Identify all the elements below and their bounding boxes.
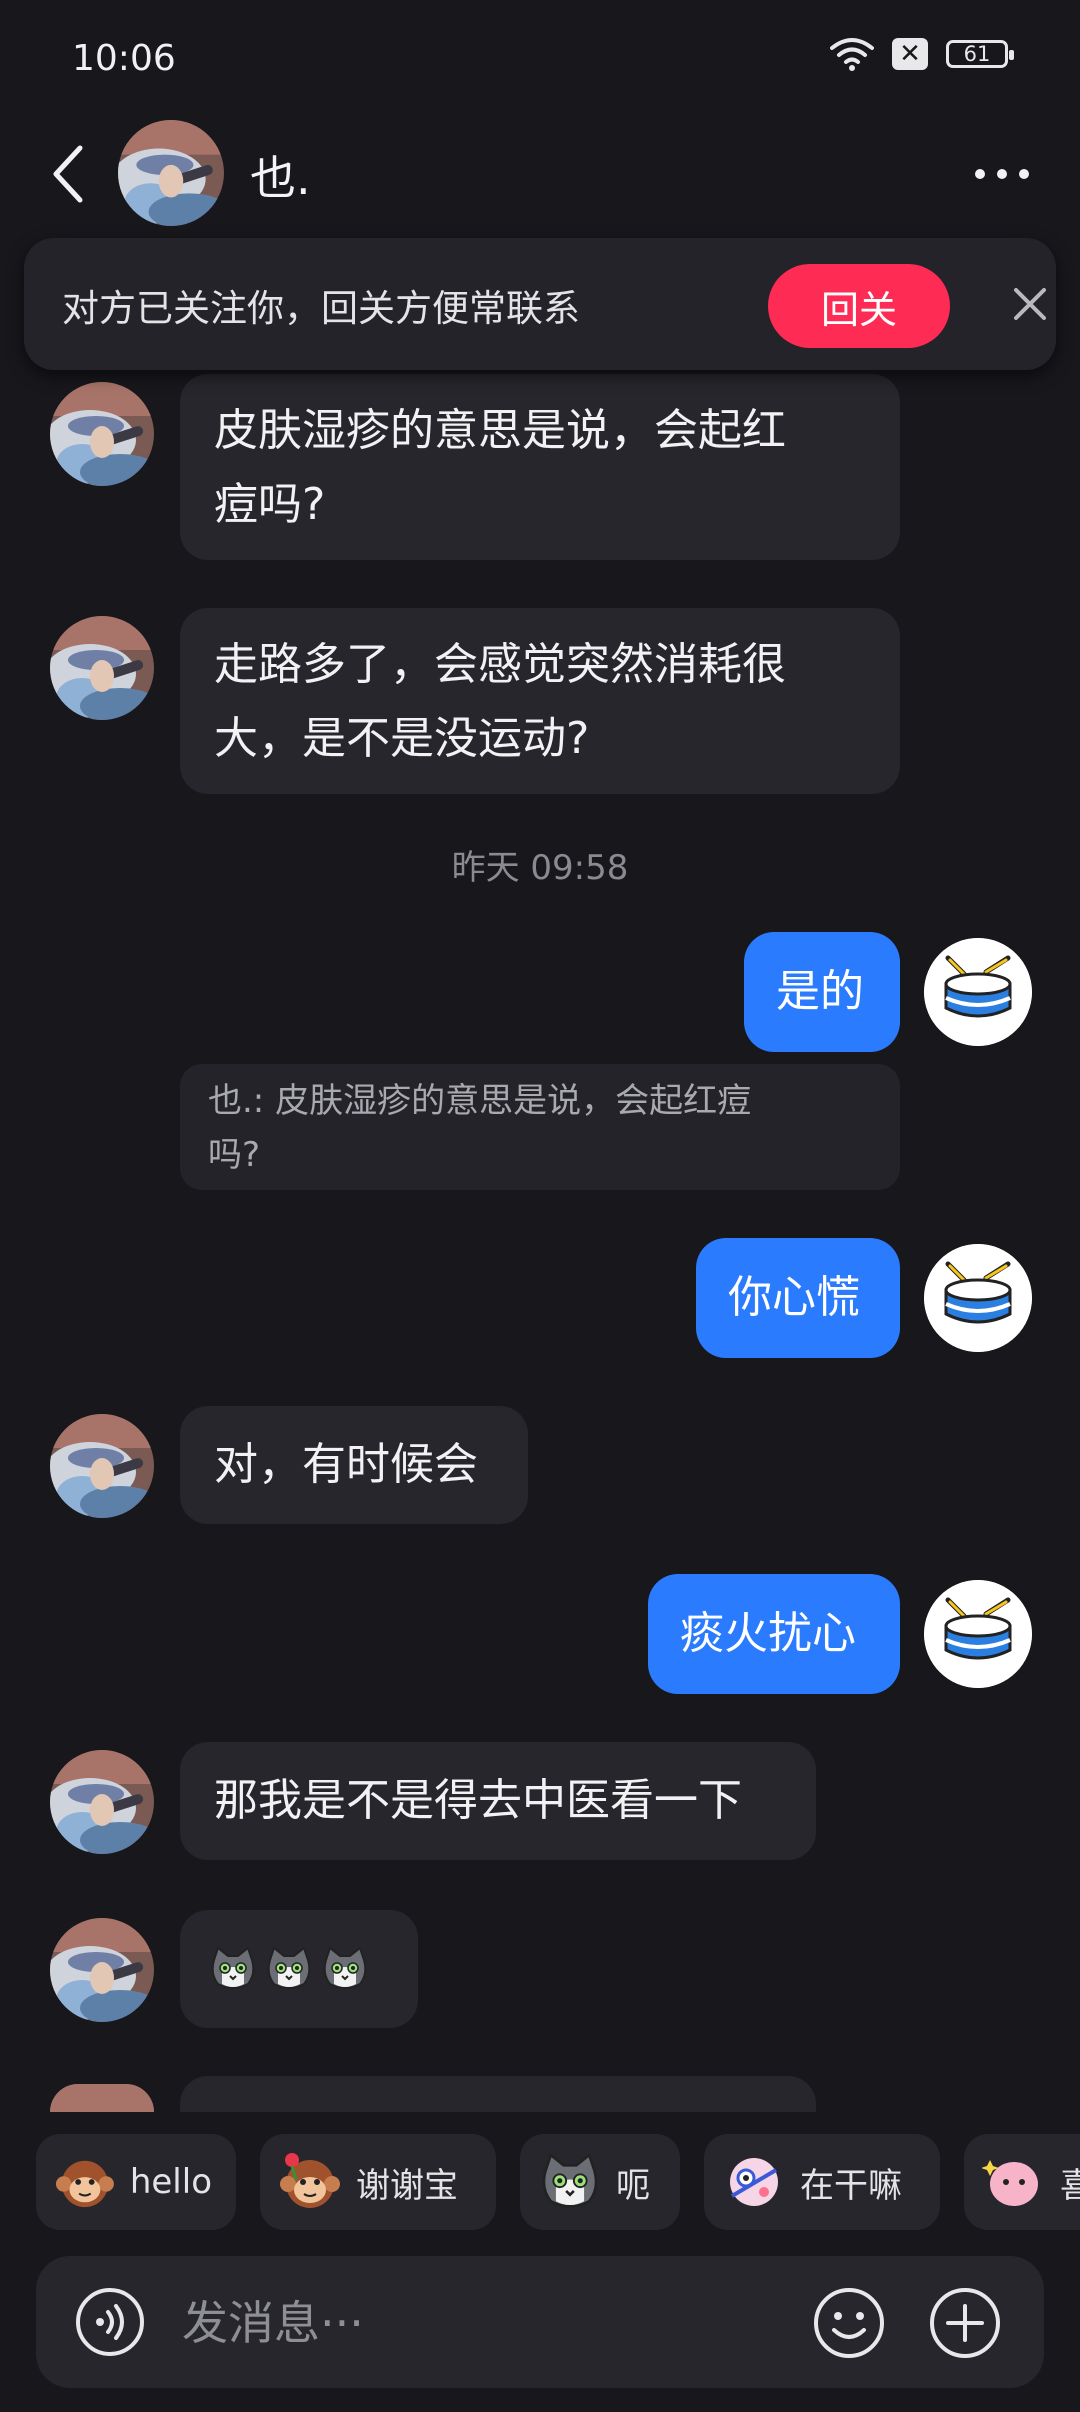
chevron-left-icon[interactable] <box>44 142 96 206</box>
quick-reply-chip[interactable]: 喜 <box>964 2134 1080 2230</box>
drum-icon <box>924 1244 1032 1352</box>
monkey-emoji-icon <box>54 2150 116 2214</box>
quick-reply-label: 谢谢宝 <box>356 2165 458 2206</box>
monkey-rose-emoji-icon <box>278 2153 342 2214</box>
cat-face-icon <box>208 1944 258 1994</box>
message-bubble-incoming[interactable] <box>180 1910 418 2028</box>
quick-reply-chip[interactable]: 谢谢宝 <box>260 2134 496 2230</box>
quoted-message[interactable]: 也.: 皮肤湿疹的意思是说，会起红痘 吗? <box>180 1064 900 1190</box>
sim-off-icon: ✕ <box>892 38 928 70</box>
cat-face-icon <box>320 1944 370 1994</box>
quote-line: 吗? <box>208 1135 261 1175</box>
sender-avatar[interactable] <box>50 1750 154 1854</box>
quick-reply-label: hello <box>129 2162 212 2202</box>
close-icon[interactable] <box>1008 282 1052 326</box>
my-avatar[interactable] <box>924 1244 1032 1352</box>
emoji-icon[interactable] <box>812 2286 886 2360</box>
cat-face-icon <box>264 1944 314 1994</box>
peeking-emoji-icon <box>730 2158 778 2206</box>
quick-reply-chip[interactable]: 呃 <box>520 2134 680 2230</box>
more-dots-icon[interactable] <box>972 154 1032 194</box>
status-time: 10:06 <box>72 38 176 79</box>
sender-avatar[interactable] <box>50 1918 154 2022</box>
message-input[interactable] <box>180 2284 824 2362</box>
battery-icon: 61 <box>946 40 1014 68</box>
quick-reply-label: 在干嘛 <box>800 2165 902 2206</box>
sender-avatar[interactable] <box>50 382 154 486</box>
sender-avatar[interactable] <box>50 2084 154 2112</box>
message-line: 走路多了，会感觉突然消耗很 <box>214 639 786 690</box>
message-bubble-outgoing[interactable]: 是的 <box>744 932 900 1052</box>
drum-icon <box>924 938 1032 1046</box>
wifi-icon <box>830 38 874 71</box>
sender-avatar[interactable] <box>50 616 154 720</box>
message-timestamp: 昨天 09:58 <box>451 848 629 888</box>
follow-banner-text: 对方已关注你，回关方便常联系 <box>62 287 580 330</box>
quick-reply-chip[interactable]: 在干嘛 <box>704 2134 940 2230</box>
message-input-bar <box>36 2256 1044 2388</box>
sparkle-emoji-icon <box>982 2160 1038 2206</box>
sender-avatar[interactable] <box>50 1414 154 1518</box>
message-bubble-outgoing[interactable]: 你心慌 <box>696 1238 900 1358</box>
message-bubble-incoming[interactable]: 对，有时候会 <box>180 1406 528 1524</box>
my-avatar[interactable] <box>924 938 1032 1046</box>
voice-icon[interactable] <box>74 2286 146 2358</box>
follow-back-button[interactable]: 回关 <box>768 264 950 348</box>
status-icons: ✕ 61 <box>830 36 1014 72</box>
message-line: 皮肤湿疹的意思是说，会起红 <box>214 405 786 456</box>
quote-line: 也.: 皮肤湿疹的意思是说，会起红痘 <box>208 1081 752 1121</box>
cat-face-icon <box>538 2150 602 2214</box>
message-bubble-incoming[interactable]: 那我是不是得去中医看一下 <box>180 1742 816 1860</box>
message-line: 大，是不是没运动? <box>214 713 590 764</box>
battery-level: 61 <box>963 42 991 66</box>
chat-header: 也. <box>0 118 1080 230</box>
message-line: 痘吗? <box>214 479 326 530</box>
quick-reply-bar: hello 谢谢宝 呃 在干嘛 喜 <box>0 2134 1080 2234</box>
my-avatar[interactable] <box>924 1580 1032 1688</box>
contact-avatar[interactable] <box>118 120 224 226</box>
follow-back-banner: 对方已关注你，回关方便常联系 回关 <box>24 238 1056 370</box>
status-bar: 10:06 ✕ 61 <box>0 0 1080 120</box>
drum-icon <box>924 1580 1032 1688</box>
quick-reply-chip[interactable]: hello <box>36 2134 236 2230</box>
message-bubble-incoming[interactable]: 皮肤湿疹的意思是说，会起红 痘吗? <box>180 374 900 560</box>
quick-reply-label: 呃 <box>616 2165 650 2206</box>
quick-reply-label: 喜 <box>1060 2165 1080 2206</box>
message-bubble-incoming[interactable] <box>180 2076 816 2112</box>
message-bubble-outgoing[interactable]: 痰火扰心 <box>648 1574 900 1694</box>
contact-name[interactable]: 也. <box>250 142 311 208</box>
message-bubble-incoming[interactable]: 走路多了，会感觉突然消耗很 大，是不是没运动? <box>180 608 900 794</box>
plus-icon[interactable] <box>928 2286 1002 2360</box>
